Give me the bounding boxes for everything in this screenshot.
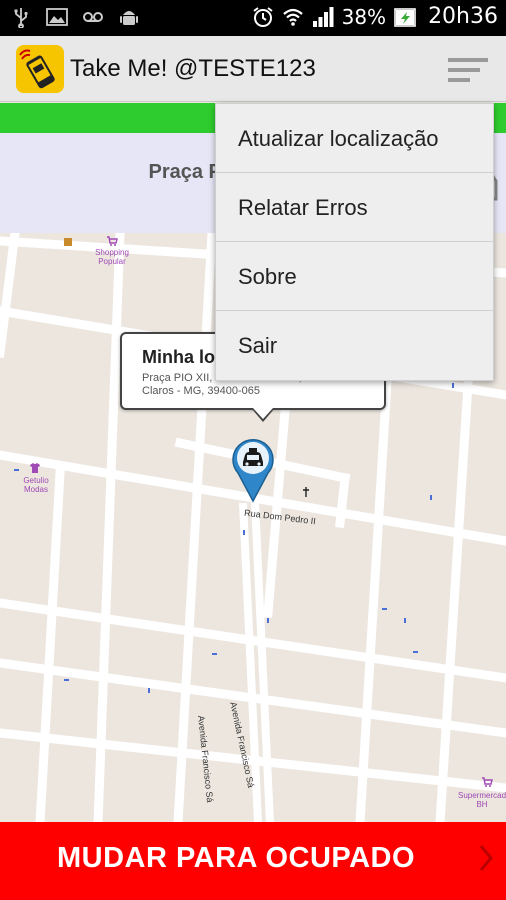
android-icon	[120, 11, 138, 25]
voicemail-icon	[83, 12, 103, 22]
shopping-cart-icon	[107, 236, 118, 246]
usb-icon	[14, 8, 28, 28]
poi-getulio-modas-text: Getulio Modas	[23, 476, 49, 494]
shopping-cart-icon	[482, 777, 493, 787]
taxi-phone-icon	[16, 45, 64, 93]
menu-item-exit[interactable]: Sair	[216, 311, 493, 380]
change-status-button[interactable]: MUDAR PARA OCUPADO	[0, 822, 506, 900]
poi-label-shopping-popular: Shopping Popular	[90, 248, 134, 266]
menu-item-update-location[interactable]: Atualizar localização	[216, 104, 493, 173]
poi-shopping-popular-text: Shopping Popular	[95, 248, 129, 266]
overflow-menu-icon	[448, 58, 488, 82]
app-logo[interactable]	[16, 45, 64, 93]
clothing-icon	[30, 463, 40, 473]
church-icon	[303, 487, 309, 497]
alarm-icon	[253, 6, 273, 27]
battery-icon	[394, 7, 416, 27]
app-bar: Take Me! @TESTE123	[0, 36, 506, 102]
restaurant-icon	[64, 238, 72, 246]
battery-percent: 38%	[341, 4, 387, 29]
chevron-right-icon	[479, 845, 493, 871]
menu-item-report-errors[interactable]: Relatar Erros	[216, 173, 493, 242]
poi-label-getulio-modas: Getulio Modas	[14, 476, 58, 494]
change-status-label: MUDAR PARA OCUPADO	[56, 842, 416, 874]
callout-address-line-2: Claros - MG, 39400-065	[142, 385, 260, 397]
image-icon	[46, 8, 68, 26]
wifi-icon	[282, 8, 303, 26]
callout-pointer-fill	[253, 408, 273, 419]
poi-label-supermercado-bh: Supermercad BH	[458, 791, 506, 809]
poi-supermercado-bh-text: Supermercad BH	[458, 791, 506, 809]
signal-icon	[312, 6, 334, 27]
overflow-menu: Atualizar localização Relatar Erros Sobr…	[215, 103, 494, 381]
overflow-menu-button[interactable]	[444, 50, 492, 90]
notification-icons	[10, 6, 140, 28]
system-status: 38% 20h36	[252, 4, 498, 29]
app-title: Take Me! @TESTE123	[70, 55, 316, 82]
callout-title: Minha lo	[142, 347, 215, 367]
taxi-marker-icon[interactable]	[230, 435, 276, 503]
status-bar: 38% 20h36	[0, 0, 506, 36]
menu-item-about[interactable]: Sobre	[216, 242, 493, 311]
clock: 20h36	[428, 4, 498, 29]
